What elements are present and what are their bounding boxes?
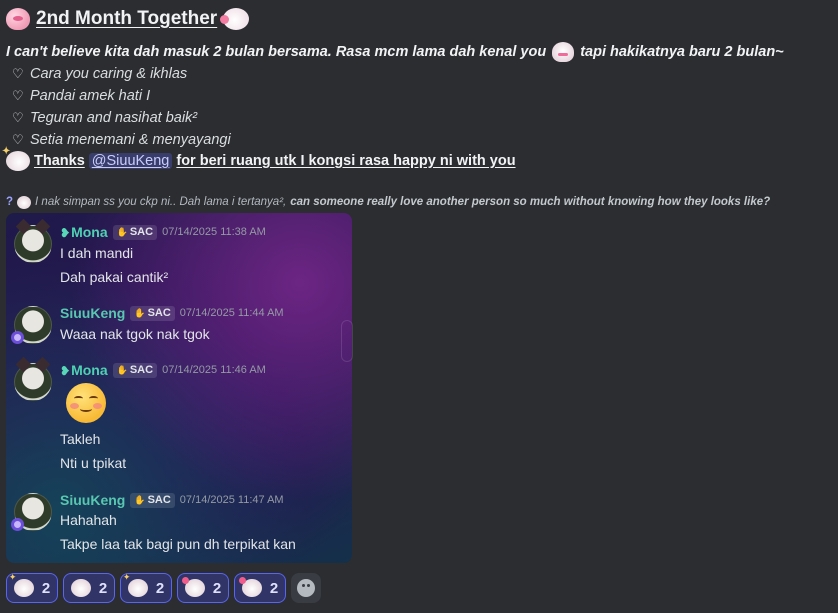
post-title: 2nd Month Together [36, 8, 218, 29]
question-line: ? I nak simpan ss you ckp ni.. Dah lama … [6, 194, 770, 210]
nitro-badge-icon [11, 518, 24, 531]
heart-outline-icon: ♡ [12, 66, 24, 81]
sparkle-bunny-icon [2, 146, 30, 171]
thanks-line: Thanks @SiuuKeng for beri ruang utk I ko… [2, 146, 516, 172]
shy-bunny-icon [552, 42, 575, 62]
bullet-text: Setia menemani & menyayangi [30, 132, 231, 148]
chat-message: ❥Mona ✋ SAC 07/14/2025 11:38 AM I dah man… [14, 223, 346, 291]
timestamp: 07/14/2025 11:47 AM [179, 494, 284, 506]
heart-bunny-icon [181, 577, 205, 597]
reaction-count: 2 [212, 579, 222, 597]
heart-bunny-icon [6, 8, 30, 30]
server-tag: ✋ SAC [130, 305, 175, 321]
hand-icon: ✋ [134, 494, 146, 505]
bunny-icon [17, 195, 32, 209]
bullet-text: Cara you caring & ikhlas [30, 66, 188, 82]
bullet-text: Pandai amek hati I [30, 88, 151, 104]
reaction-button[interactable]: 2 [63, 573, 115, 603]
intro-tail-text: tapi hakikatnya baru 2 bulan~ [580, 44, 784, 60]
message-content: 2nd Month Together I can't believe kita … [0, 0, 838, 613]
message-header: SiuuKeng ✋ SAC 07/14/2025 11:47 AM [60, 491, 284, 509]
reaction-button[interactable]: 2 [6, 573, 58, 603]
list-item: ♡ Pandai amek hati I [12, 85, 231, 107]
reaction-button[interactable]: 2 [234, 573, 286, 603]
chat-message: SiuuKeng ✋ SAC 07/14/2025 11:44 AM Waaa n… [11, 304, 346, 348]
scroll-handle[interactable] [341, 320, 353, 362]
sparkle-bunny-icon [9, 573, 34, 597]
bunny-hug-icon [220, 8, 250, 30]
reaction-button[interactable]: 2 [120, 573, 172, 603]
bullet-list: ♡ Cara you caring & ikhlas ♡ Pandai amek… [12, 63, 231, 151]
intro-text: I can't believe kita dah masuk 2 bulan b… [6, 44, 547, 60]
avatar [11, 306, 52, 344]
message-header: SiuuKeng ✋ SAC 07/14/2025 11:44 AM [60, 304, 284, 322]
heart-outline-icon: ♡ [12, 88, 24, 103]
username: ❥Mona [60, 362, 108, 378]
avatar [11, 493, 52, 531]
message-text: Takleh [60, 431, 101, 447]
smiley-icon [297, 579, 315, 597]
hand-icon: ✋ [116, 226, 128, 237]
message-text: Nti u tpikat [60, 455, 127, 471]
chat-message: SiuuKeng ✋ SAC 07/14/2025 11:47 AM Hahaha… [11, 491, 346, 557]
username: SiuuKeng [60, 492, 126, 508]
server-tag: ✋ SAC [130, 492, 175, 508]
question-italic: I nak simpan ss you ckp ni.. Dah lama i … [35, 196, 287, 208]
reaction-count: 2 [98, 579, 108, 597]
attachment-image[interactable]: ❥Mona ✋ SAC 07/14/2025 11:38 AM I dah man… [6, 213, 352, 563]
intro-line: I can't believe kita dah masuk 2 bulan b… [6, 42, 836, 62]
reaction-bar: 2 2 2 2 2 [6, 573, 321, 603]
timestamp: 07/14/2025 11:38 AM [162, 226, 266, 238]
reaction-count: 2 [41, 579, 51, 597]
leaf-icon: ❥ [60, 364, 71, 378]
blushing-smile-icon [66, 383, 106, 423]
timestamp: 07/14/2025 11:44 AM [179, 307, 284, 319]
hand-icon: ✋ [116, 364, 128, 375]
message-text: Dah pakai cantik² [60, 269, 169, 285]
list-item: ♡ Setia menemani & menyayangi [12, 129, 231, 151]
bunny-icon [70, 579, 91, 597]
question-bold: can someone really love another person s… [290, 196, 771, 208]
timestamp: 07/14/2025 11:46 AM [162, 364, 266, 376]
server-tag: ✋ SAC [112, 362, 158, 378]
thanks-suffix: for beri ruang utk I kongsi rasa happy n… [176, 153, 516, 169]
avatar [14, 363, 52, 401]
thanks-prefix: Thanks [34, 153, 85, 169]
heart-bunny-icon [238, 577, 262, 597]
sparkle-bunny-icon [123, 573, 148, 597]
user-mention[interactable]: @SiuuKeng [88, 153, 173, 169]
question-mark: ? [6, 196, 14, 208]
heart-outline-icon: ♡ [12, 132, 24, 147]
heart-outline-icon: ♡ [12, 110, 24, 125]
nitro-badge-icon [11, 331, 24, 344]
server-tag: ✋ SAC [112, 224, 158, 240]
avatar [14, 225, 52, 263]
message-header: ❥Mona ✋ SAC 07/14/2025 11:46 AM [60, 361, 266, 379]
list-item: ♡ Teguran and nasihat baik² [12, 107, 231, 129]
chat-message: ❥Mona ✋ SAC 07/14/2025 11:46 AM Takleh Nt… [14, 361, 346, 477]
reaction-count: 2 [155, 579, 165, 597]
reaction-button[interactable]: 2 [177, 573, 229, 603]
reaction-count: 2 [269, 579, 279, 597]
list-item: ♡ Cara you caring & ikhlas [12, 63, 231, 85]
message-text: Hahahah [60, 512, 117, 528]
username: ❥Mona [60, 224, 108, 240]
message-text: Waaa nak tgok nak tgok [60, 326, 210, 342]
bullet-text: Teguran and nasihat baik² [30, 110, 198, 126]
message-text: I dah mandi [60, 245, 134, 261]
title-row: 2nd Month Together [6, 6, 250, 32]
hand-icon: ✋ [134, 307, 146, 318]
add-reaction-button[interactable] [291, 573, 321, 603]
leaf-icon: ❥ [60, 226, 71, 240]
username: SiuuKeng [60, 305, 126, 321]
message-text: Takpe laa tak bagi pun dh terpikat kan [60, 536, 296, 552]
message-header: ❥Mona ✋ SAC 07/14/2025 11:38 AM [60, 223, 266, 241]
